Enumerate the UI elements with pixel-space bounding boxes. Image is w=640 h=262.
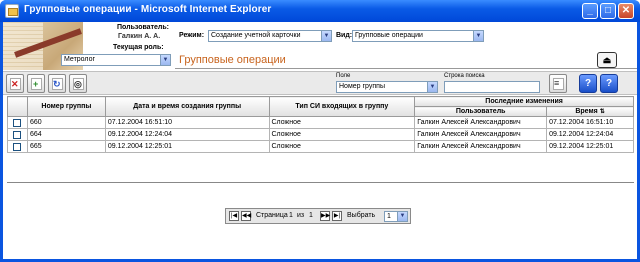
cell-user: Галкин Алексей Александрович [414, 116, 548, 129]
page-select-value: 1 [387, 213, 391, 220]
chevron-down-icon[interactable]: ▼ [160, 55, 170, 65]
list-divider [7, 182, 634, 183]
mode-select[interactable]: Создание учетной карточки ▼ [208, 30, 332, 42]
next-page-button[interactable]: ▶▶ [320, 211, 330, 221]
page-label: Страница [256, 212, 288, 219]
chevron-down-icon[interactable]: ▼ [321, 31, 331, 41]
role-value: Метролог [64, 56, 96, 63]
view-label: Вид: [336, 32, 353, 39]
total-pages: 1 [309, 212, 313, 219]
window-title: Групповые операции - Microsoft Internet … [24, 4, 272, 15]
first-page-button[interactable]: |◀ [229, 211, 239, 221]
pagination: |◀ ◀◀ Страница 1 из 1 ▶▶ ▶| Выбрать 1 ▼ [225, 208, 411, 224]
prev-page-button[interactable]: ◀◀ [241, 211, 251, 221]
cell-type: Сложное [268, 116, 416, 129]
user-panel: Пользователь: Галкин А. А. Текущая роль:… [61, 22, 175, 70]
search-field-label: Поле [336, 73, 351, 79]
view-value: Групповые операции [355, 32, 423, 39]
mode-label: Режим: [179, 32, 205, 39]
toolbar: ✕ + ↻ ◎ Поле Номер группы ▼ Строка поиск… [3, 71, 637, 95]
table-row[interactable]: 664 09.12.2004 12:24:04 Сложное Галкин А… [7, 128, 634, 141]
cell-time: 09.12.2004 12:24:04 [546, 128, 634, 141]
delete-button[interactable]: ✕ [6, 74, 24, 93]
column-header-last-changes: Последние изменения [414, 96, 634, 107]
column-header-user[interactable]: Пользователь [414, 106, 548, 117]
cell-time: 09.12.2004 12:25:01 [546, 140, 634, 153]
minimize-button[interactable]: _ [582, 3, 598, 19]
help-context-icon: ? [605, 78, 613, 89]
chevron-down-icon[interactable]: ▼ [427, 82, 437, 92]
title-bar[interactable]: Групповые операции - Microsoft Internet … [0, 0, 640, 22]
column-header-group-number[interactable]: Номер группы [26, 96, 106, 117]
help-button[interactable]: ? [579, 74, 597, 93]
cell-group-number: 664 [26, 128, 106, 141]
logout-icon: ⏏ [602, 55, 612, 65]
refresh-icon: ↻ [53, 79, 61, 89]
logout-button[interactable]: ⏏ [597, 52, 617, 68]
mode-value: Создание учетной карточки [211, 32, 301, 39]
page-select[interactable]: 1 ▼ [384, 211, 408, 222]
cell-user: Галкин Алексей Александрович [414, 128, 548, 141]
add-icon: + [33, 79, 39, 89]
column-header-time[interactable]: Время ⇅ [546, 106, 634, 117]
groups-table: Номер группы Дата и время создания групп… [7, 96, 634, 153]
cell-group-number: 665 [26, 140, 106, 153]
column-header-created[interactable]: Дата и время создания группы [104, 96, 270, 117]
cell-user: Галкин Алексей Александрович [414, 140, 548, 153]
refresh-button[interactable]: ↻ [48, 74, 66, 93]
binoculars-icon: ◎ [74, 79, 82, 89]
browser-window: Групповые операции - Microsoft Internet … [0, 0, 640, 262]
view-select[interactable]: Групповые операции ▼ [352, 30, 484, 42]
cell-created: 09.12.2004 12:25:01 [104, 140, 270, 153]
maximize-button[interactable]: □ [600, 3, 616, 19]
ie-page-icon [5, 4, 19, 18]
search-list-icon: ≡ [554, 78, 560, 88]
current-page: 1 [289, 212, 293, 219]
role-label: Текущая роль: [113, 44, 164, 51]
cell-type: Сложное [268, 128, 416, 141]
cell-created: 07.12.2004 16:51:10 [104, 116, 270, 129]
role-select[interactable]: Метролог ▼ [61, 54, 171, 66]
cell-time: 07.12.2004 16:51:10 [546, 116, 634, 129]
help-context-button[interactable]: ? [600, 74, 618, 93]
delete-icon: ✕ [11, 79, 19, 89]
search-field-value: Номер группы [339, 83, 385, 90]
search-field-select[interactable]: Номер группы ▼ [336, 81, 438, 93]
user-label: Пользователь: [117, 24, 169, 31]
page-content: Пользователь: Галкин А. А. Текущая роль:… [3, 22, 637, 259]
search-input[interactable] [444, 81, 540, 93]
search-button[interactable]: ≡ [549, 74, 567, 93]
column-header-type[interactable]: Тип СИ входящих в группу [268, 96, 416, 117]
cell-type: Сложное [268, 140, 416, 153]
help-icon: ? [584, 78, 592, 89]
row-checkbox[interactable] [13, 118, 22, 127]
add-button[interactable]: + [27, 74, 45, 93]
chevron-down-icon[interactable]: ▼ [397, 212, 407, 221]
page-title: Групповые операции [179, 54, 286, 66]
cell-created: 09.12.2004 12:24:04 [104, 128, 270, 141]
of-label: из [297, 212, 305, 219]
close-button[interactable]: ✕ [618, 3, 634, 19]
select-page-label: Выбрать [347, 212, 376, 219]
row-checkbox[interactable] [13, 142, 22, 151]
user-name: Галкин А. А. [118, 33, 161, 40]
cell-group-number: 660 [26, 116, 106, 129]
search-query-label: Строка поиска [444, 73, 485, 79]
find-button[interactable]: ◎ [69, 74, 87, 93]
column-header-time-label: Время [575, 108, 598, 115]
header-divider [175, 68, 637, 69]
chevron-down-icon[interactable]: ▼ [473, 31, 483, 41]
sort-icon: ⇅ [599, 109, 605, 115]
select-column-header [7, 96, 28, 117]
row-checkbox[interactable] [13, 130, 22, 139]
table-row[interactable]: 660 07.12.2004 16:51:10 Сложное Галкин А… [7, 116, 634, 129]
last-page-button[interactable]: ▶| [332, 211, 342, 221]
table-row[interactable]: 665 09.12.2004 12:25:01 Сложное Галкин А… [7, 140, 634, 153]
